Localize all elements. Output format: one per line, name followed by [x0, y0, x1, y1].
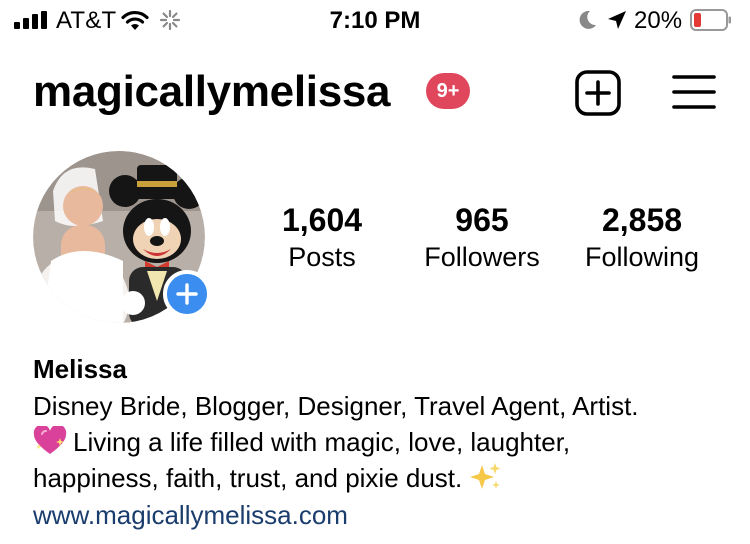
hamburger-menu-icon[interactable]: [672, 72, 716, 112]
followers-label: Followers: [424, 242, 540, 272]
posts-count: 1,604: [281, 202, 363, 238]
following-stat[interactable]: 2,858 Following: [574, 200, 710, 274]
followers-count: 965: [455, 202, 509, 238]
bio-line-2-wrap: Living a life filled with magic, love, l…: [33, 424, 733, 460]
bio-text: Disney Bride, Blogger, Designer, Travel …: [33, 388, 733, 496]
posts-label: Posts: [288, 242, 356, 272]
avatar-container: [33, 151, 211, 323]
status-time: 7:10 PM: [329, 7, 421, 34]
notification-badge[interactable]: 9+: [426, 73, 470, 109]
followers-stat[interactable]: 965 Followers: [412, 200, 552, 274]
new-post-button[interactable]: [574, 69, 622, 117]
location-arrow-icon: [608, 11, 626, 29]
wifi-icon: [121, 10, 149, 30]
posts-stat[interactable]: 1,604 Posts: [270, 200, 374, 274]
carrier-name: AT&T: [56, 7, 117, 34]
bio-line-3: happiness, faith, trust, and pixie dust.: [33, 463, 463, 493]
battery-low-icon: [690, 9, 731, 31]
display-name: Melissa: [33, 354, 127, 384]
signal-bars-icon: [14, 11, 48, 29]
status-bar: AT&T 7:10 PM 20%: [0, 0, 750, 42]
battery-percent: 20%: [634, 7, 683, 34]
add-story-button[interactable]: [163, 270, 211, 318]
bio-line-1: Disney Bride, Blogger, Designer, Travel …: [33, 391, 639, 421]
moon-icon: [579, 10, 596, 29]
profile-username: magicallymelissa: [33, 67, 391, 116]
bio-line-2: Living a life filled with magic, love, l…: [73, 427, 571, 457]
sparkling-heart-icon: [33, 426, 67, 454]
bio-line-3-wrap: happiness, faith, trust, and pixie dust.: [33, 460, 733, 496]
following-count: 2,858: [601, 202, 683, 238]
activity-spinner-icon: [159, 9, 181, 31]
profile-screen: AT&T 7:10 PM 20% magicallymelissa 9+ 1,6…: [0, 0, 750, 544]
sparkles-icon: [470, 463, 501, 489]
following-label: Following: [584, 242, 700, 272]
website-link[interactable]: www.magicallymelissa.com: [33, 497, 348, 533]
